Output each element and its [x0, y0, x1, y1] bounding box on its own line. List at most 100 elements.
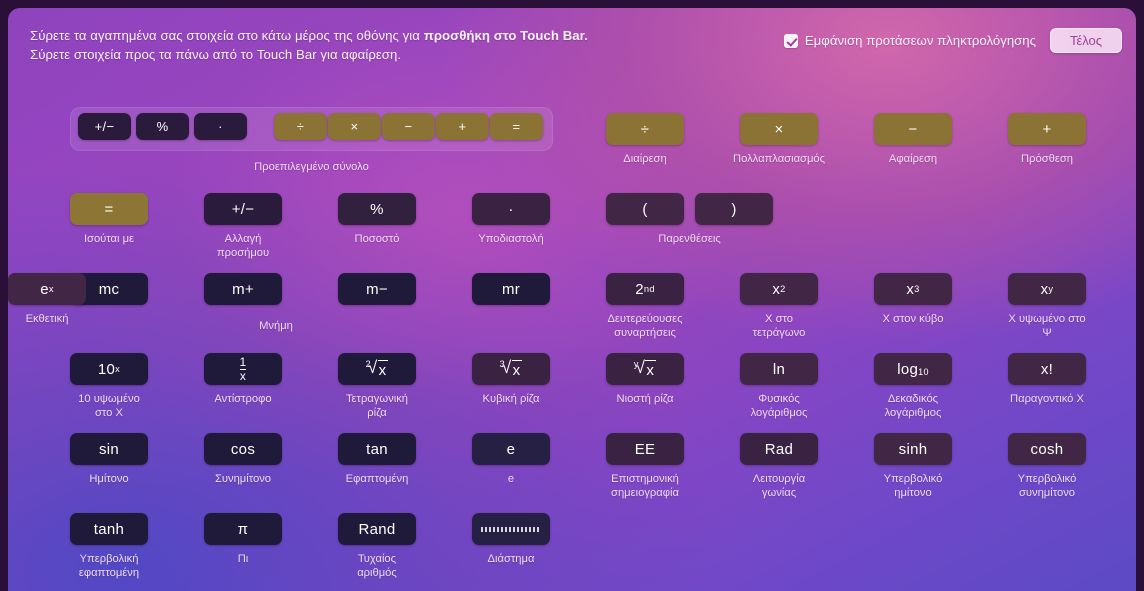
e-button-key[interactable]: e [472, 433, 550, 465]
multiply-button-key[interactable]: × [740, 113, 818, 145]
pi-button[interactable]: π Πι [204, 513, 282, 566]
preset-divide-key[interactable]: ÷ [274, 113, 327, 140]
memory-add-button[interactable]: m+ [204, 273, 282, 305]
preset-percent-key[interactable]: % [136, 113, 189, 140]
sine-button-key[interactable]: sin [70, 433, 148, 465]
tangent-button[interactable]: tan Εφαπτομένη [338, 433, 416, 486]
scientific-notation-button[interactable]: EE Επιστημονική σημειογραφία [606, 433, 684, 500]
random-button-key[interactable]: Rand [338, 513, 416, 545]
square-root-button[interactable]: 2 √ x Τετραγωνική ρίζα [338, 353, 416, 420]
e-button-caption: e [507, 473, 515, 485]
decimal-button-key[interactable]: · [472, 193, 550, 225]
parentheses-group[interactable]: () Παρενθέσεις [606, 193, 773, 246]
equals-button[interactable]: = Ισούται με [70, 193, 148, 246]
subtract-button[interactable]: − Αφαίρεση [874, 113, 952, 166]
natural-log-button[interactable]: ln Φυσικός λογάριθμος [740, 353, 818, 420]
tangent-button-key[interactable]: tan [338, 433, 416, 465]
radians-button-key[interactable]: Rad [740, 433, 818, 465]
add-button-caption: Πρόσθεση [1021, 153, 1073, 165]
cube-root-button[interactable]: 3 √ x Κυβική ρίζα [472, 353, 550, 406]
second-functions-button[interactable]: 2nd Δευτερεύουσες συναρτήσεις [606, 273, 684, 340]
preset-subtract-key[interactable]: − [382, 113, 435, 140]
sign-change-button-caption: Αλλαγή προσήμου [216, 233, 270, 259]
add-button-key[interactable]: + [1008, 113, 1086, 145]
add-button[interactable]: + Πρόσθεση [1008, 113, 1086, 166]
sign-change-button[interactable]: +/− Αλλαγή προσήμου [204, 193, 282, 260]
preset-equals-key[interactable]: = [490, 113, 543, 140]
radians-button[interactable]: Rad Λειτουργία γωνίας [740, 433, 818, 500]
memory-sub-button-key[interactable]: m− [338, 273, 416, 305]
cube-root-button-key[interactable]: 3 √ x [472, 353, 550, 385]
sinh-button-key[interactable]: sinh [874, 433, 952, 465]
sinh-button-caption: Υπερβολικό ημίτονο [883, 473, 943, 499]
natural-log-button-key[interactable]: ln [740, 353, 818, 385]
equals-button-key[interactable]: = [70, 193, 148, 225]
preset-decimal-key[interactable]: · [194, 113, 247, 140]
pi-button-key[interactable]: π [204, 513, 282, 545]
memory-add-button-key[interactable]: m+ [204, 273, 282, 305]
memory-sub-button[interactable]: m− [338, 273, 416, 305]
cosine-button-caption: Συνημίτονο [214, 473, 272, 485]
reciprocal-button-key[interactable]: 1x [204, 353, 282, 385]
scientific-notation-button-key[interactable]: EE [606, 433, 684, 465]
cube-root-button-caption: Κυβική ρίζα [482, 393, 540, 405]
x-to-y-button-key[interactable]: xy [1008, 273, 1086, 305]
cosh-button[interactable]: cosh Υπερβολικό συνημίτονο [1008, 433, 1086, 500]
open-paren-button[interactable]: ( [606, 193, 684, 225]
preset-add-key[interactable]: + [436, 113, 489, 140]
preset-multiply-key[interactable]: × [328, 113, 381, 140]
decimal-button-caption: Υποδιαστολή [478, 233, 544, 245]
preset-sign-change-key[interactable]: +/− [78, 113, 131, 140]
done-button[interactable]: Τέλος [1050, 28, 1122, 53]
x-squared-button[interactable]: x2 Χ στο τετράγωνο [740, 273, 818, 340]
factorial-button[interactable]: x! Παραγοντικό Χ [1008, 353, 1086, 406]
tanh-button-key[interactable]: tanh [70, 513, 148, 545]
factorial-button-key[interactable]: x! [1008, 353, 1086, 385]
checkbox-checkmark-icon[interactable] [783, 33, 798, 48]
divide-button-key[interactable]: ÷ [606, 113, 684, 145]
scientific-notation-button-caption: Επιστημονική σημειογραφία [611, 473, 679, 499]
divide-button[interactable]: ÷ Διαίρεση [606, 113, 684, 166]
log10-button[interactable]: log 10 Δεκαδικός λογάριθμος [874, 353, 952, 420]
header-bar: Σύρετε τα αγαπημένα σας στοιχεία στο κάτ… [8, 8, 1136, 70]
exponential-button-key[interactable]: ex [8, 273, 86, 305]
sine-button[interactable]: sin Ημίτονο [70, 433, 148, 486]
default-set-group[interactable]: +/−% · ÷ × − + = [70, 107, 553, 151]
percent-button[interactable]: % Ποσοστό [338, 193, 416, 246]
cosine-button-key[interactable]: cos [204, 433, 282, 465]
ten-to-x-button-key[interactable]: 10 x [70, 353, 148, 385]
close-paren-button[interactable]: ) [695, 193, 773, 225]
percent-button-key[interactable]: % [338, 193, 416, 225]
tanh-button[interactable]: tanh Υπερβολική εφαπτομένη [70, 513, 148, 580]
sign-change-button-key[interactable]: +/− [204, 193, 282, 225]
space-button-key[interactable] [472, 513, 550, 545]
cosine-button[interactable]: cos Συνημίτονο [204, 433, 282, 486]
square-root-button-key[interactable]: 2 √ x [338, 353, 416, 385]
memory-recall-button[interactable]: mr [472, 273, 550, 305]
typing-suggestions-checkbox[interactable]: Εμφάνιση προτάσεων πληκτρολόγησης [783, 33, 1036, 48]
e-button[interactable]: ee [472, 433, 550, 486]
x-cubed-button-key[interactable]: x3 [874, 273, 952, 305]
sinh-button[interactable]: sinh Υπερβολικό ημίτονο [874, 433, 952, 500]
reciprocal-button[interactable]: 1 x Αντίστροφο [204, 353, 282, 406]
x-to-y-button[interactable]: xy Χ υψωμένο στο Ψ [1008, 273, 1086, 340]
x-cubed-button[interactable]: x3 Χ στον κύβο [874, 273, 952, 326]
space-button[interactable]: Διάστημα [472, 513, 550, 566]
nth-root-button[interactable]: y √ x Νιοστή ρίζα [606, 353, 684, 406]
random-button[interactable]: Rand Τυχαίος αριθμός [338, 513, 416, 580]
nth-root-button-caption: Νιοστή ρίζα [616, 393, 674, 405]
x-squared-button-key[interactable]: x2 [740, 273, 818, 305]
header-controls: Εμφάνιση προτάσεων πληκτρολόγησης Τέλος [783, 28, 1122, 53]
multiply-button[interactable]: × Πολλαπλασιασμός [733, 113, 825, 166]
typing-suggestions-label: Εμφάνιση προτάσεων πληκτρολόγησης [804, 33, 1036, 48]
decimal-button[interactable]: · Υποδιαστολή [472, 193, 550, 246]
subtract-button-key[interactable]: − [874, 113, 952, 145]
nth-root-button-key[interactable]: y √ x [606, 353, 684, 385]
cosh-button-key[interactable]: cosh [1008, 433, 1086, 465]
customization-sheet: Σύρετε τα αγαπημένα σας στοιχεία στο κάτ… [8, 8, 1136, 591]
ten-to-x-button[interactable]: 10 x 10 υψωμένο στο Χ [70, 353, 148, 420]
second-functions-button-key[interactable]: 2nd [606, 273, 684, 305]
log10-button-key[interactable]: log 10 [874, 353, 952, 385]
memory-recall-button-key[interactable]: mr [472, 273, 550, 305]
exponential-button-caption: Εκθετική [25, 313, 69, 325]
